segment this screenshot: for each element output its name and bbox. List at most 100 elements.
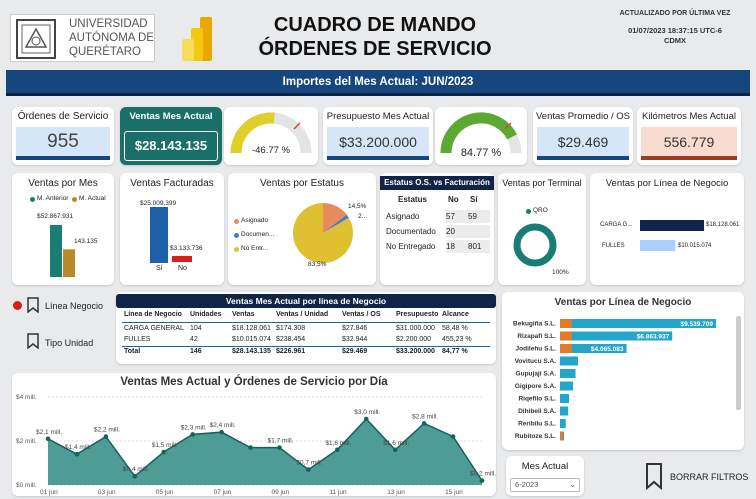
table-cell: $32.944 [342, 336, 368, 343]
bookmark-tipo-icon[interactable] [27, 333, 39, 349]
page-title-line1: CUADRO DE MANDO [273, 14, 477, 36]
table-header: Línea de Negocio [124, 311, 182, 318]
kpi-ordenes-value: 955 [16, 127, 110, 160]
table-cell: 42 [190, 336, 198, 343]
borrar-filtros-button[interactable]: BORRAR FILTROS [670, 472, 748, 482]
table-total-cell: 146 [190, 348, 202, 355]
y-tick-label: $4 mill. [16, 394, 37, 401]
kpi-ventas-card: Ventas Mes Actual $28.143.135 [120, 107, 222, 165]
gauge-ventas [230, 112, 312, 154]
bar-facturadas-si [150, 207, 168, 263]
estatus-os-table: Estatus O.S. vs Facturación Estatus No Sí A… [380, 173, 494, 285]
bookmark-linea-icon[interactable] [27, 297, 39, 313]
bar-value [560, 419, 566, 428]
linea-negocio-small-chart [640, 220, 704, 251]
data-point [45, 436, 51, 442]
donut-pct-label: 100% [552, 269, 569, 276]
bar-label: $4.065.083 [591, 346, 624, 353]
table-cell: 455,23 % [442, 336, 472, 343]
data-point [277, 445, 282, 450]
table-total-cell: $28.143.135 [232, 348, 271, 355]
bookmark-tipo-unidad[interactable]: Tipo Unidad [45, 338, 93, 348]
data-label: $2,1 mill. [36, 429, 62, 436]
linea-small-bar-2 [640, 240, 676, 251]
kpi-ordenes-label: Órdenes de Servicio [17, 111, 109, 122]
ventas-facturadas-chart [150, 207, 192, 263]
estatus-os-cell: 801 [468, 240, 490, 253]
borrar-filtros-icon[interactable] [645, 462, 663, 490]
estatus-os-cell: 20 [446, 225, 468, 238]
data-point [306, 467, 311, 472]
pie-label-no-entregado: 83,5% [308, 261, 327, 268]
bar-value [560, 394, 569, 403]
linea-negocio-small-card: Ventas por Línea de Negocio CARGA G... F… [590, 173, 744, 285]
scrollbar[interactable] [736, 316, 741, 410]
estatus-os-header: Sí [470, 195, 478, 204]
ventas-estatus-card: Ventas por Estatus Asignado Documen... N… [228, 173, 376, 285]
fact-label-si: $25.009.399 [140, 200, 177, 207]
estatus-os-cell: Documentado [386, 227, 436, 236]
estatus-os-cell: Asignado [386, 212, 420, 221]
page-title-line2: ÓRDENES DE SERVICIO [258, 38, 492, 60]
pie-label-documentado: 2... [358, 213, 368, 220]
data-label: $3,0 mill. [354, 409, 380, 416]
table-divider [122, 322, 490, 323]
bar-value [560, 406, 569, 416]
table-cell: $174.308 [276, 325, 306, 332]
data-label: $1,5 mill. [152, 442, 178, 449]
data-label: $2,2 mill. [94, 427, 120, 434]
ventas-estatus-pie [292, 203, 353, 263]
x-tick-label: 07 jun [214, 489, 232, 496]
bookmark-linea-negocio[interactable]: Línea Negocio [45, 301, 103, 311]
data-label: $2,8 mill. [412, 413, 438, 420]
fact-cat-no: No [178, 265, 187, 272]
pie-label-asignado: 14,5% [348, 203, 367, 210]
table-cell: $31.000.000 [396, 325, 435, 332]
bar-category: Rubitoze S.L. [515, 433, 556, 440]
kpi-promedio-label: Ventas Promedio / OS [536, 111, 630, 122]
linea-negocio-big-chart: Bekugiña S.L. $9.539.709 Rizapafi S.L. $6.8… [513, 319, 716, 441]
ventas-por-mes-card: Ventas por Mes M. Anterior M. Actual $52… [12, 173, 114, 285]
bar-label: $9.539.709 [680, 321, 713, 328]
ventas-terminal-donut [513, 223, 557, 267]
updated-value: 01/07/2023 18:37:15 UTC-6 [628, 26, 722, 35]
linea-small-cat-1: CARGA G... [600, 222, 633, 228]
table-total-cell: $29.469 [342, 348, 368, 355]
bar-label-actual: 143.135 [74, 238, 98, 245]
data-point [248, 445, 253, 450]
bar-category: Vovitucu S.A. [515, 358, 557, 365]
bar-category: Riqefilo S.L. [518, 396, 556, 403]
kpi-presupuesto-label: Presupuesto Mes Actual [326, 111, 430, 122]
bar-category: Gupujaji S.A. [516, 371, 557, 378]
gauge-presupuesto-value: 84.77 % [460, 147, 502, 159]
updated-timezone: CDMX [663, 36, 687, 45]
estatus-os-header: No [448, 195, 459, 204]
bar-category: Reribilu S.L. [518, 421, 556, 428]
gauge-ventas-value: -46.77 % [251, 145, 291, 156]
bar-value [563, 431, 564, 441]
table-header: Alcance [442, 311, 469, 318]
table-cell: $18.128.061 [232, 325, 271, 332]
university-name-line2: AUTÓNOMA DE [69, 32, 154, 44]
table-header: Unidades [190, 311, 222, 318]
data-point [161, 449, 167, 455]
ventas-facturadas-card: Ventas Facturadas $25.009.399 $3.133.736… [120, 173, 224, 285]
bar-carga [560, 319, 572, 328]
bar-value [560, 369, 576, 378]
x-tick-label: 05 jun [156, 489, 174, 496]
data-label: $1,4 mill. [65, 444, 91, 451]
table-cell: CARGA GENERAL [124, 325, 184, 332]
table-cell: 58,48 % [442, 325, 468, 332]
linea-small-val-1: $18.128.061 [706, 222, 740, 228]
table-cell: FULLES [124, 336, 151, 343]
bar-carga [560, 344, 572, 353]
bar-carga [560, 431, 563, 441]
table-cell: $2.200.000 [396, 336, 432, 343]
ventas-linea-table-title: Ventas Mes Actual por línea de Negocio [116, 294, 496, 308]
kpi-ordenes-card: Órdenes de Servicio 955 [12, 107, 114, 165]
ventas-dia-chart: $4 mill. $2 mill. $0 mill. $2,1 mill. $1,4 m… [16, 394, 496, 496]
table-cell: $238.454 [276, 336, 306, 343]
bar-label-anterior: $52.867.931 [37, 213, 74, 220]
mes-actual-dropdown[interactable]: 6-2023 ⌄ [510, 478, 580, 492]
kpi-km-label: Kilómetros Mes Actual [642, 111, 736, 122]
